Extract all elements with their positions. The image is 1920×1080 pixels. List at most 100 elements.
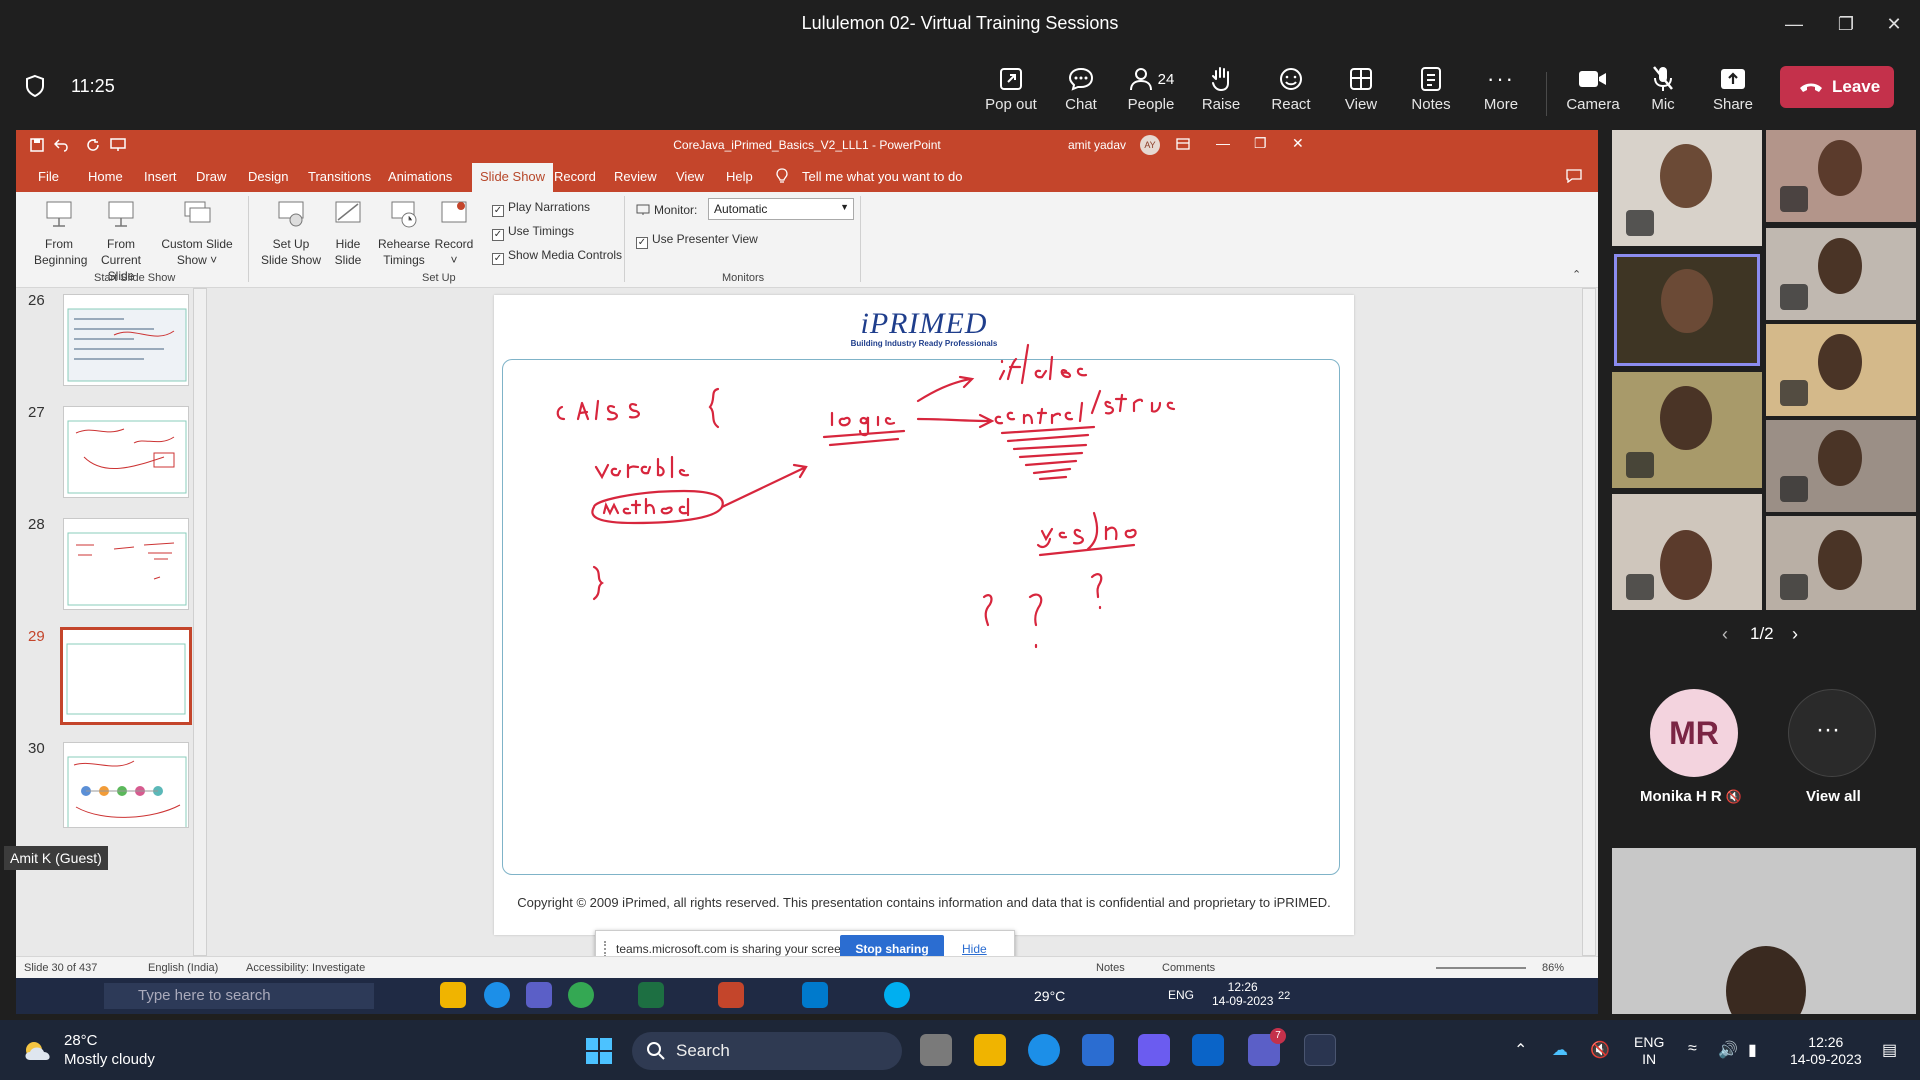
input-language[interactable]: ENG IN bbox=[1634, 1034, 1664, 1068]
self-video-preview[interactable] bbox=[1612, 848, 1916, 1014]
tab-draw[interactable]: Draw bbox=[196, 169, 226, 184]
more-button[interactable]: ··· More bbox=[1466, 62, 1536, 122]
ribbon-display-icon[interactable] bbox=[1176, 138, 1190, 150]
edge-icon[interactable] bbox=[1028, 1034, 1060, 1066]
rehearse-timings-button[interactable]: Rehearse Timings bbox=[374, 198, 434, 268]
slide-thumbnail-30[interactable] bbox=[63, 742, 189, 828]
chevron-left-icon[interactable]: ‹ bbox=[1722, 624, 1728, 645]
tab-insert[interactable]: Insert bbox=[144, 169, 177, 184]
language-status[interactable]: English (India) bbox=[148, 962, 218, 974]
excel-icon bbox=[638, 982, 664, 1008]
share-button[interactable]: Share bbox=[1698, 62, 1768, 122]
minimize-button[interactable]: — bbox=[1774, 8, 1814, 40]
wifi-icon[interactable]: ≈ bbox=[1688, 1040, 1697, 1058]
people-button[interactable]: 24 People bbox=[1116, 62, 1186, 122]
set-up-slide-show-button[interactable]: Set Up Slide Show bbox=[256, 198, 326, 268]
slide-scrollbar[interactable] bbox=[1582, 288, 1596, 956]
tab-home[interactable]: Home bbox=[88, 169, 123, 184]
notes-toggle[interactable]: Notes bbox=[1096, 962, 1125, 974]
battery-icon[interactable]: ▮ bbox=[1748, 1040, 1757, 1060]
taskbar-search[interactable]: Search bbox=[632, 1032, 902, 1070]
comments-toggle[interactable]: Comments bbox=[1162, 962, 1215, 974]
tab-slide-show[interactable]: Slide Show bbox=[472, 163, 554, 192]
teams-icon[interactable]: 7 bbox=[1248, 1028, 1286, 1066]
slide-thumbnail-28[interactable] bbox=[63, 518, 189, 610]
leave-button[interactable]: Leave bbox=[1780, 66, 1894, 108]
use-timings-checkbox[interactable]: ✓ Use Timings bbox=[492, 224, 574, 241]
thumbnail-scrollbar[interactable] bbox=[193, 288, 207, 956]
view-button[interactable]: View bbox=[1326, 62, 1396, 122]
tab-help[interactable]: Help bbox=[726, 169, 753, 184]
from-beginning-button[interactable]: From Beginning bbox=[34, 198, 87, 268]
outlook-icon[interactable] bbox=[1192, 1034, 1224, 1066]
slide-canvas[interactable]: iPRIMED Building Industry Ready Professi… bbox=[494, 295, 1354, 935]
participant-tile[interactable] bbox=[1612, 130, 1762, 246]
chevron-down-icon: ▼ bbox=[840, 202, 849, 212]
camera-button[interactable]: Camera bbox=[1558, 62, 1628, 122]
custom-slide-show-button[interactable]: Custom Slide Show ˅ bbox=[160, 198, 234, 268]
monitor-select[interactable]: Automatic ▼ bbox=[708, 198, 854, 220]
participant-tile[interactable] bbox=[1766, 516, 1916, 610]
slide-thumbnail-26[interactable] bbox=[63, 294, 189, 386]
record-button[interactable]: Record ˅ bbox=[430, 198, 478, 268]
hide-link[interactable]: Hide bbox=[962, 942, 987, 956]
chat-button[interactable]: Chat bbox=[1046, 62, 1116, 122]
onedrive-icon[interactable]: ☁ bbox=[1552, 1040, 1568, 1060]
show-media-controls-checkbox[interactable]: ✓ Show Media Controls bbox=[492, 248, 622, 265]
tab-view[interactable]: View bbox=[676, 169, 704, 184]
notes-button[interactable]: Notes bbox=[1396, 62, 1466, 122]
pop-out-button[interactable]: Pop out bbox=[976, 62, 1046, 122]
volume-icon[interactable]: 🔊 bbox=[1718, 1040, 1738, 1060]
tab-review[interactable]: Review bbox=[614, 169, 657, 184]
file-explorer-icon[interactable] bbox=[974, 1034, 1006, 1066]
participant-tile[interactable] bbox=[1766, 324, 1916, 416]
participant-tile[interactable] bbox=[1612, 372, 1762, 488]
restore-button[interactable]: ❐ bbox=[1826, 8, 1866, 40]
ppt-minimize-button[interactable]: — bbox=[1216, 135, 1230, 151]
eclipse-icon[interactable] bbox=[1304, 1034, 1336, 1066]
tab-animations[interactable]: Animations bbox=[388, 169, 452, 184]
ppt-close-button[interactable]: ✕ bbox=[1292, 135, 1304, 152]
participant-tile[interactable] bbox=[1766, 228, 1916, 320]
participant-tile[interactable] bbox=[1766, 420, 1916, 512]
mic-off-icon[interactable]: 🔇 bbox=[1590, 1040, 1610, 1060]
task-view-icon[interactable] bbox=[920, 1034, 952, 1066]
tab-design[interactable]: Design bbox=[248, 169, 288, 184]
participant-tile-active[interactable] bbox=[1614, 254, 1760, 366]
tab-record[interactable]: Record bbox=[554, 169, 596, 184]
store-icon[interactable] bbox=[1082, 1034, 1114, 1066]
comment-icon[interactable] bbox=[1566, 169, 1582, 183]
raise-hand-button[interactable]: Raise bbox=[1186, 62, 1256, 122]
weather-widget[interactable]: 28°C Mostly cloudy bbox=[64, 1031, 155, 1069]
copilot-icon[interactable] bbox=[1138, 1034, 1170, 1066]
close-button[interactable]: ✕ bbox=[1874, 8, 1914, 40]
mic-off-icon bbox=[1626, 452, 1654, 478]
slide-thumbnail-27[interactable] bbox=[63, 406, 189, 498]
hide-slide-button[interactable]: Hide Slide bbox=[328, 198, 368, 268]
tab-file[interactable]: File bbox=[38, 169, 59, 184]
zoom-slider[interactable] bbox=[1436, 967, 1526, 969]
play-narrations-checkbox[interactable]: ✓ Play Narrations bbox=[492, 200, 590, 217]
notification-icon[interactable]: ▤ bbox=[1882, 1040, 1897, 1060]
drag-handle-icon[interactable] bbox=[604, 941, 608, 957]
presenter-name-label: Amit K (Guest) bbox=[4, 846, 108, 870]
participant-avatar[interactable]: MR bbox=[1650, 689, 1738, 777]
view-all-button[interactable]: ··· bbox=[1788, 689, 1876, 777]
participant-tile[interactable] bbox=[1766, 130, 1916, 222]
use-presenter-view-checkbox[interactable]: ✓ Use Presenter View bbox=[636, 232, 758, 249]
tab-transitions[interactable]: Transitions bbox=[308, 169, 371, 184]
accessibility-status[interactable]: Accessibility: Investigate bbox=[246, 962, 365, 974]
chevron-right-icon[interactable]: › bbox=[1792, 624, 1798, 645]
chevron-up-icon[interactable]: ⌃ bbox=[1514, 1040, 1527, 1060]
zoom-level[interactable]: 86% bbox=[1542, 962, 1564, 974]
mic-button[interactable]: Mic bbox=[1628, 62, 1698, 122]
collapse-ribbon-icon[interactable]: ⌃ bbox=[1572, 268, 1581, 281]
system-clock[interactable]: 12:26 14-09-2023 bbox=[1790, 1034, 1862, 1068]
slide-thumbnail-29[interactable] bbox=[60, 627, 192, 725]
ppt-restore-button[interactable]: ❐ bbox=[1254, 135, 1267, 152]
windows-start-icon[interactable] bbox=[584, 1036, 614, 1066]
react-button[interactable]: React bbox=[1256, 62, 1326, 122]
participant-tile[interactable] bbox=[1612, 494, 1762, 610]
user-avatar[interactable]: AY bbox=[1140, 135, 1160, 155]
tell-me-search[interactable]: Tell me what you want to do bbox=[802, 169, 962, 184]
